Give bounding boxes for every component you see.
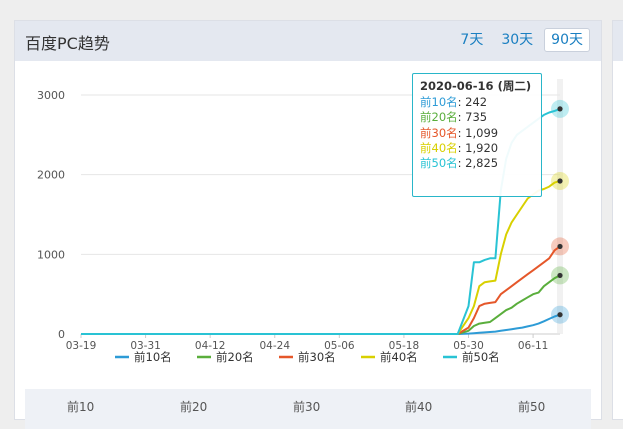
x-tick-label: 04-24 (259, 340, 290, 352)
tooltip-series-name: 前50名 (420, 156, 458, 171)
tooltip-series-name: 前30名 (420, 125, 458, 140)
hover-point (557, 272, 563, 279)
panel-title: 百度PC趋势 (25, 34, 110, 53)
range-90d-button[interactable]: 90天 (544, 28, 590, 52)
panel-header: 百度PC趋势 7天 30天 90天 (15, 21, 601, 61)
tooltip-series-name: 前10名 (420, 95, 458, 110)
hover-point (557, 178, 563, 184)
tooltip-series-value: 735 (465, 110, 488, 125)
series-line (81, 274, 561, 335)
tooltip-series-value: 1,920 (465, 140, 499, 155)
series-line (81, 180, 561, 335)
hover-point (557, 243, 563, 250)
adjacent-panel-edge (612, 20, 623, 420)
tooltip-row-top10: 前10名: 242 (420, 95, 488, 110)
tooltip-series-value: 242 (465, 95, 488, 110)
legend-label: 前50名 (462, 350, 500, 364)
series-line (81, 313, 561, 335)
baidu-pc-trend-panel: 百度PC趋势 7天 30天 90天 0 1000 2000 3000 03-19 03-3… (14, 20, 602, 429)
tooltip-row-top50: 前50名: 2,825 (420, 156, 499, 171)
legend-label: 前20名 (216, 350, 254, 364)
y-tick-label: 3000 (37, 89, 65, 102)
legend-label: 前30名 (298, 350, 336, 364)
range-selector: 7天 30天 90天 (453, 28, 590, 52)
hover-point (557, 106, 563, 112)
range-7d-button[interactable]: 7天 (453, 28, 490, 52)
tooltip-date: 2020-06-16 (周二) (420, 79, 532, 93)
tooltip-row-top30: 前30名: 1,099 (420, 125, 499, 140)
legend-label: 前40名 (380, 350, 418, 364)
legend-label: 前10名 (134, 350, 172, 364)
tooltip-series-name: 前40名 (420, 140, 458, 155)
x-tick-label: 03-19 (66, 340, 97, 352)
range-30d-button[interactable]: 30天 (494, 28, 540, 52)
y-tick-label: 1000 (37, 248, 65, 261)
tooltip-series-value: 2,825 (465, 156, 499, 171)
tooltip-row-top20: 前20名: 735 (420, 110, 488, 125)
tooltip-series-name: 前20名 (420, 110, 458, 125)
y-tick-label: 2000 (37, 169, 65, 182)
x-tick-label: 06-11 (518, 340, 549, 352)
tooltip-series-value: 1,099 (465, 125, 499, 140)
hover-point (557, 312, 563, 318)
ranking-table-header: 前10 前20 前30 前40 前50 (25, 389, 591, 429)
adjacent-panel-header (613, 21, 623, 61)
tooltip-row-top40: 前40名: 1,920 (420, 140, 499, 155)
y-tick-label: 0 (58, 328, 65, 341)
chart-tooltip: 2020-06-16 (周二) 前10名: 242 前20名: 735 前30名… (412, 73, 542, 197)
